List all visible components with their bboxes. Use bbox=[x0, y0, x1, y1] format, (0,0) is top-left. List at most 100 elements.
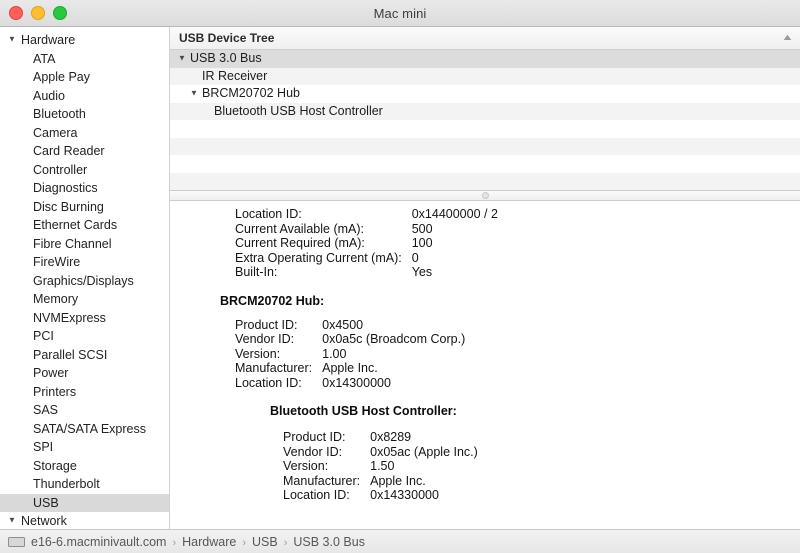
hub-section-title: BRCM20702 Hub: bbox=[220, 294, 800, 309]
sidebar-item-sata-sata-express[interactable]: SATA/SATA Express bbox=[0, 420, 169, 439]
property-row: Version:1.00 bbox=[235, 347, 465, 362]
sidebar-item-firewire[interactable]: FireWire bbox=[0, 253, 169, 272]
disclosure-triangle-open-icon[interactable]: ▼ bbox=[178, 50, 190, 67]
property-key: Product ID: bbox=[283, 430, 370, 445]
close-button[interactable] bbox=[9, 6, 23, 20]
property-row: Location ID:0x14400000 / 2 bbox=[235, 207, 498, 222]
sidebar-item-disc-burning[interactable]: Disc Burning bbox=[0, 198, 169, 217]
content-pane: USB Device Tree ▲ ▼USB 3.0 BusIR Receive… bbox=[170, 27, 800, 529]
property-row: Built-In:Yes bbox=[235, 265, 498, 280]
sidebar-item-ethernet-cards[interactable]: Ethernet Cards bbox=[0, 216, 169, 235]
property-row: Current Required (mA):100 bbox=[235, 236, 498, 251]
sidebar-item-label: NVMExpress bbox=[33, 309, 106, 328]
sidebar-item-label: Card Reader bbox=[33, 142, 105, 161]
sidebar-item-bluetooth[interactable]: Bluetooth bbox=[0, 105, 169, 124]
property-key: Manufacturer: bbox=[283, 474, 370, 489]
sidebar-item-network[interactable]: ▼Network bbox=[0, 512, 169, 529]
spacer bbox=[170, 280, 800, 294]
property-value: 1.50 bbox=[370, 459, 478, 474]
sidebar-item-fibre-channel[interactable]: Fibre Channel bbox=[0, 235, 169, 254]
spacer bbox=[170, 309, 800, 318]
sidebar-item-printers[interactable]: Printers bbox=[0, 383, 169, 402]
sidebar-item-label: ATA bbox=[33, 50, 55, 69]
sidebar-item-card-reader[interactable]: Card Reader bbox=[0, 142, 169, 161]
property-value: 500 bbox=[412, 222, 498, 237]
sidebar-item-label: Disc Burning bbox=[33, 198, 104, 217]
breadcrumb-item[interactable]: USB 3.0 Bus bbox=[293, 535, 365, 549]
property-value: 0x14400000 / 2 bbox=[412, 207, 498, 222]
property-key: Location ID: bbox=[283, 488, 370, 503]
breadcrumb-item[interactable]: USB bbox=[252, 535, 278, 549]
sidebar-item-graphics-displays[interactable]: Graphics/Displays bbox=[0, 272, 169, 291]
sidebar-item-label: Bluetooth bbox=[33, 105, 86, 124]
sidebar-item-usb[interactable]: USB bbox=[0, 494, 169, 513]
sidebar-item-storage[interactable]: Storage bbox=[0, 457, 169, 476]
sidebar-item-ata[interactable]: ATA bbox=[0, 50, 169, 69]
sidebar-item-hardware[interactable]: ▼Hardware bbox=[0, 31, 169, 50]
property-value: Apple Inc. bbox=[370, 474, 478, 489]
breadcrumb-separator-icon: › bbox=[172, 537, 176, 549]
sidebar-item-nvmexpress[interactable]: NVMExpress bbox=[0, 309, 169, 328]
sidebar-item-label: Audio bbox=[33, 87, 65, 106]
property-value: Yes bbox=[412, 265, 498, 280]
property-value: 0x05ac (Apple Inc.) bbox=[370, 445, 478, 460]
sidebar-item-power[interactable]: Power bbox=[0, 364, 169, 383]
sidebar-item-label: SATA/SATA Express bbox=[33, 420, 146, 439]
property-row: Location ID:0x14330000 bbox=[283, 488, 478, 503]
tree-row[interactable]: Bluetooth USB Host Controller bbox=[170, 103, 800, 121]
status-bar-breadcrumb: e16-6.macminivault.com›Hardware›USB›USB … bbox=[0, 529, 800, 553]
sidebar-item-spi[interactable]: SPI bbox=[0, 438, 169, 457]
sidebar-item-label: SAS bbox=[33, 401, 58, 420]
sidebar-item-label: PCI bbox=[33, 327, 54, 346]
usb-device-tree[interactable]: ▼USB 3.0 BusIR Receiver▼BRCM20702 HubBlu… bbox=[170, 50, 800, 190]
splitter-grip-handle[interactable] bbox=[482, 192, 489, 199]
tree-row[interactable]: ▼USB 3.0 Bus bbox=[170, 50, 800, 68]
minimize-button[interactable] bbox=[31, 6, 45, 20]
tree-empty-row bbox=[170, 120, 800, 138]
breadcrumb-item[interactable]: e16-6.macminivault.com bbox=[31, 535, 166, 549]
sidebar-item-parallel-scsi[interactable]: Parallel SCSI bbox=[0, 346, 169, 365]
breadcrumb[interactable]: e16-6.macminivault.com›Hardware›USB›USB … bbox=[31, 535, 365, 549]
ascending-caret-icon: ▲ bbox=[781, 32, 794, 42]
traffic-light-group bbox=[9, 0, 67, 26]
sidebar-item-pci[interactable]: PCI bbox=[0, 327, 169, 346]
title-bar: Mac mini bbox=[0, 0, 800, 27]
maximize-button[interactable] bbox=[53, 6, 67, 20]
sidebar-item-thunderbolt[interactable]: Thunderbolt bbox=[0, 475, 169, 494]
sidebar-item-camera[interactable]: Camera bbox=[0, 124, 169, 143]
disclosure-triangle-open-icon[interactable]: ▼ bbox=[190, 85, 202, 103]
tree-row-label: IR Receiver bbox=[202, 68, 267, 86]
tree-row[interactable]: ▼BRCM20702 Hub bbox=[170, 85, 800, 103]
property-row: Version:1.50 bbox=[283, 459, 478, 474]
sidebar-item-label: FireWire bbox=[33, 253, 80, 272]
controller-section-title: Bluetooth USB Host Controller: bbox=[270, 404, 800, 419]
sidebar-item-label: SPI bbox=[33, 438, 53, 457]
property-key: Vendor ID: bbox=[235, 332, 322, 347]
property-key: Current Required (mA): bbox=[235, 236, 412, 251]
disclosure-triangle-open-icon[interactable]: ▼ bbox=[8, 31, 19, 50]
window-title: Mac mini bbox=[0, 6, 800, 21]
sidebar-item-memory[interactable]: Memory bbox=[0, 290, 169, 309]
sidebar-item-label: USB bbox=[33, 494, 59, 513]
tree-row[interactable]: IR Receiver bbox=[170, 68, 800, 86]
sidebar-item-apple-pay[interactable]: Apple Pay bbox=[0, 68, 169, 87]
system-information-window: Mac mini ▼HardwareATAApple PayAudioBluet… bbox=[0, 0, 800, 553]
sidebar-item-sas[interactable]: SAS bbox=[0, 401, 169, 420]
property-value: 0x0a5c (Broadcom Corp.) bbox=[322, 332, 465, 347]
column-header-usb-device-tree[interactable]: USB Device Tree ▲ bbox=[170, 27, 800, 50]
disclosure-triangle-open-icon[interactable]: ▼ bbox=[8, 512, 19, 530]
property-key: Extra Operating Current (mA): bbox=[235, 251, 412, 266]
property-row: Vendor ID:0x0a5c (Broadcom Corp.) bbox=[235, 332, 465, 347]
sidebar-item-label: Diagnostics bbox=[33, 179, 98, 198]
sidebar[interactable]: ▼HardwareATAApple PayAudioBluetoothCamer… bbox=[0, 27, 170, 529]
breadcrumb-separator-icon: › bbox=[242, 537, 246, 549]
pane-splitter[interactable] bbox=[170, 190, 800, 201]
sidebar-item-diagnostics[interactable]: Diagnostics bbox=[0, 179, 169, 198]
property-key: Built-In: bbox=[235, 265, 412, 280]
sidebar-item-label: Camera bbox=[33, 124, 77, 143]
sidebar-item-label: Controller bbox=[33, 161, 87, 180]
sidebar-item-controller[interactable]: Controller bbox=[0, 161, 169, 180]
property-value: 0 bbox=[412, 251, 498, 266]
breadcrumb-item[interactable]: Hardware bbox=[182, 535, 236, 549]
sidebar-item-audio[interactable]: Audio bbox=[0, 87, 169, 106]
